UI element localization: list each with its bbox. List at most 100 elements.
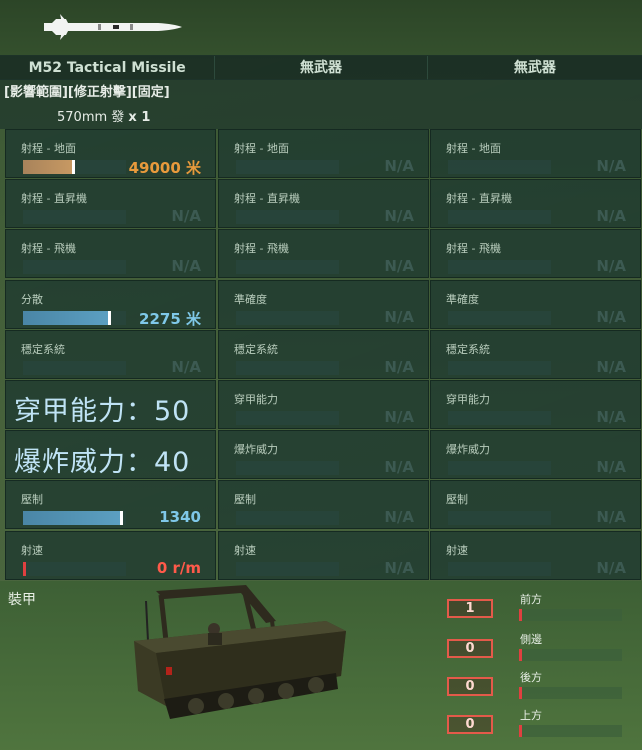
stat-label: 射速 [21, 543, 43, 557]
stat-value: N/A [384, 257, 414, 276]
stat-label: 射程 - 地面 [21, 142, 76, 155]
stat-label: 穿甲能力 [446, 393, 490, 406]
armor-bar-fill [519, 649, 522, 661]
stat-value: N/A [384, 207, 414, 226]
stat-bar [448, 360, 551, 375]
armor-bar [519, 725, 622, 737]
stat-cell: 射程 - 地面 N/A [218, 129, 429, 178]
weapon-slot-3-title[interactable]: 無武器 [428, 56, 642, 80]
stat-cell: 射程 - 直昇機 N/A [218, 179, 429, 229]
ammo-caliber: 570mm 發 [57, 110, 125, 125]
stat-bar [448, 411, 551, 425]
weapon-slot-2-title[interactable]: 無武器 [215, 56, 428, 80]
stat-value: 1340 [159, 508, 201, 527]
armor-value-box: 0 [447, 715, 493, 734]
stat-bar-cap [108, 310, 111, 325]
stat-bar-fill [23, 160, 75, 174]
missile-icon [44, 14, 182, 40]
armor-value-box: 0 [447, 639, 493, 658]
unit-card: M52 Tactical Missile 無武器 無武器 [影響範圍][修正射擊… [0, 0, 642, 750]
stat-label: 射速 [446, 543, 468, 557]
stat-label: 壓制 [234, 493, 256, 507]
stat-cell: 穩定系統 N/A [5, 329, 216, 379]
stat-label: 射程 - 直昇機 [234, 192, 300, 206]
armored-vehicle-image [134, 585, 346, 719]
stat-bar-fill [23, 511, 123, 526]
stat-bar [236, 260, 339, 275]
stat-cell: 準確度 N/A [430, 279, 641, 329]
stat-cell: 射程 - 直昇機 N/A [5, 179, 216, 229]
weapon-slot-1-title[interactable]: M52 Tactical Missile [0, 56, 216, 80]
stat-value: N/A [596, 157, 626, 175]
stat-bar [23, 561, 126, 576]
stat-label: 射程 - 地面 [234, 142, 289, 155]
stat-label: 爆炸威力 [234, 443, 278, 457]
stat-value: N/A [171, 257, 201, 276]
weapon-info: [影響範圍][修正射擊][固定] 570mm 發 x 1 [0, 79, 642, 129]
stat-cell: 爆炸威力 N/A [430, 430, 641, 480]
stat-label: 穩定系統 [21, 342, 65, 356]
stat-value: N/A [596, 508, 626, 527]
stat-label: 射程 - 地面 [446, 142, 501, 155]
armor-side-label: 上方 [520, 709, 542, 722]
stat-cell: 穿甲能力 N/A [430, 380, 641, 429]
stat-value: N/A [171, 357, 201, 376]
armor-value-box: 0 [447, 677, 493, 696]
stat-value: N/A [596, 357, 626, 376]
stat-bar-fill [23, 310, 111, 325]
armor-bar-fill [519, 687, 522, 699]
stat-value: N/A [384, 408, 414, 426]
armor-side-label: 後方 [520, 671, 542, 684]
armor-bar [519, 687, 622, 699]
stat-bar [236, 310, 339, 325]
armor-value-box: 1 [447, 599, 493, 618]
stat-cell: 準確度 N/A [218, 279, 429, 329]
weapon-slot-header: M52 Tactical Missile 無武器 無武器 [0, 55, 642, 80]
armor-bar [519, 609, 622, 621]
stat-label: 射速 [234, 543, 256, 557]
stat-cell: 分散 2275 米 [5, 279, 216, 329]
stat-value: N/A [596, 257, 626, 276]
stat-cell: 射程 - 飛機 N/A [5, 229, 216, 279]
armor-side-label: 前方 [520, 593, 542, 606]
stat-value: N/A [596, 558, 626, 577]
stat-value: N/A [384, 157, 414, 175]
stat-bar [23, 511, 126, 526]
stat-bar [236, 511, 339, 526]
stat-bar [236, 561, 339, 576]
stat-label: 準確度 [234, 292, 267, 306]
stat-label: 射程 - 飛機 [446, 242, 501, 256]
stat-bar-cap [23, 561, 26, 576]
penetration-overlay: 穿甲能力：50 [14, 396, 191, 427]
stat-cell: 射程 - 地面 N/A [430, 129, 641, 178]
stat-bar-cap [72, 160, 75, 174]
armor-bar-fill [519, 725, 522, 737]
stat-bar [448, 160, 551, 174]
stat-value: N/A [384, 357, 414, 376]
stat-label: 射程 - 直昇機 [21, 192, 87, 206]
stat-cell: 射速 N/A [218, 530, 429, 580]
stat-label: 穿甲能力 [234, 393, 278, 406]
stat-value: 0 r/m [156, 558, 201, 577]
stat-value: 49000 米 [128, 159, 201, 177]
weapon-traits: [影響範圍][修正射擊][固定] [4, 85, 170, 100]
stat-value: 2275 米 [139, 309, 201, 328]
stat-value: N/A [596, 307, 626, 326]
armor-panel: 裝甲 1 前方 0 側邊 0 後方 0 上方 [0, 581, 642, 750]
stat-value: N/A [596, 458, 626, 477]
stat-label: 穩定系統 [446, 342, 490, 356]
stat-cell: 射程 - 地面 49000 米 [5, 129, 216, 178]
stat-bar [448, 210, 551, 225]
stat-label: 壓制 [21, 493, 43, 507]
stat-cell: 穩定系統 N/A [218, 329, 429, 379]
stat-cell: 壓制 N/A [218, 480, 429, 530]
armor-bar [519, 649, 622, 661]
stat-label: 爆炸威力 [446, 443, 490, 457]
stat-bar [236, 461, 339, 476]
explosive-overlay: 爆炸威力：40 [14, 447, 191, 478]
stat-bar [236, 360, 339, 375]
stat-value: N/A [171, 207, 201, 226]
stat-value: N/A [596, 408, 626, 426]
stat-label: 準確度 [446, 292, 479, 306]
stat-bar [23, 360, 126, 375]
